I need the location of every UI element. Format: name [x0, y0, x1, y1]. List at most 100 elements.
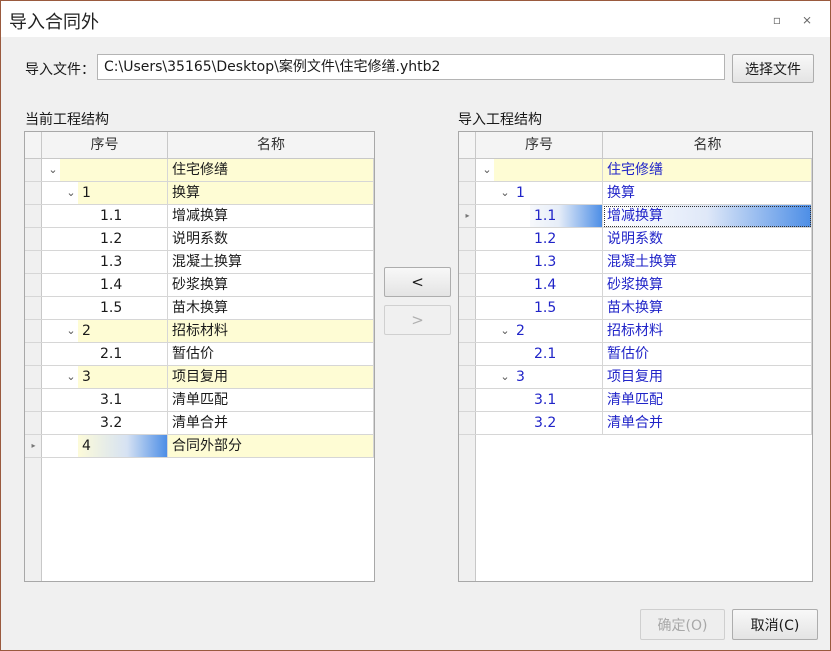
- restore-icon[interactable]: ▫: [767, 10, 787, 30]
- chevron-down-icon[interactable]: ⌄: [64, 366, 78, 389]
- row-no-cell[interactable]: 1.5: [96, 297, 168, 320]
- row-name-cell[interactable]: 招标材料: [603, 320, 812, 343]
- tree-row[interactable]: 1.2 说明系数: [42, 228, 374, 251]
- confirm-button[interactable]: 确定(O): [640, 609, 725, 640]
- row-no-cell[interactable]: 2: [512, 320, 603, 343]
- tree-row[interactable]: 3.1 清单匹配: [42, 389, 374, 412]
- tree-row[interactable]: 2 招标材料 ⌄: [42, 320, 374, 343]
- row-name-cell[interactable]: 暂估价: [168, 343, 374, 366]
- row-name-cell[interactable]: 清单匹配: [168, 389, 374, 412]
- tree-row[interactable]: 3.2 清单合并: [42, 412, 374, 435]
- tree-row[interactable]: 1.4 砂浆换算: [42, 274, 374, 297]
- tree-row[interactable]: 3 项目复用 ⌄: [476, 366, 812, 389]
- row-no-cell[interactable]: 1.4: [96, 274, 168, 297]
- row-no-cell[interactable]: 3: [512, 366, 603, 389]
- row-no-cell[interactable]: 4: [78, 435, 168, 458]
- row-no-cell[interactable]: 2.1: [96, 343, 168, 366]
- tree-row[interactable]: 1.4 砂浆换算: [476, 274, 812, 297]
- row-no-cell[interactable]: [60, 159, 168, 182]
- row-no-cell[interactable]: 3.1: [96, 389, 168, 412]
- row-name-cell[interactable]: 换算: [603, 182, 812, 205]
- tree-row[interactable]: 1.1 增减换算: [42, 205, 374, 228]
- row-indicator[interactable]: [25, 182, 42, 205]
- row-no-cell[interactable]: 1.2: [96, 228, 168, 251]
- tree-row[interactable]: 3.1 清单匹配: [476, 389, 812, 412]
- row-indicator[interactable]: [459, 389, 476, 412]
- current-row-indicator-icon[interactable]: ▸: [25, 435, 42, 458]
- row-name-cell[interactable]: 混凝土换算: [168, 251, 374, 274]
- tree-row[interactable]: 1.5 苗木换算: [42, 297, 374, 320]
- row-name-cell[interactable]: 换算: [168, 182, 374, 205]
- row-name-cell[interactable]: 合同外部分: [168, 435, 374, 458]
- row-name-cell[interactable]: 清单合并: [168, 412, 374, 435]
- row-no-cell[interactable]: 3.2: [96, 412, 168, 435]
- row-name-cell[interactable]: 说明系数: [168, 228, 374, 251]
- row-name-cell[interactable]: 住宅修缮: [168, 159, 374, 182]
- row-no-cell[interactable]: 1.1: [96, 205, 168, 228]
- row-name-cell[interactable]: 说明系数: [603, 228, 812, 251]
- row-name-cell[interactable]: 增减换算: [603, 205, 812, 228]
- row-indicator[interactable]: [459, 412, 476, 435]
- move-to-import-button[interactable]: >: [384, 305, 451, 335]
- tree-row[interactable]: 住宅修缮 ⌄: [42, 159, 374, 182]
- row-name-cell[interactable]: 苗木换算: [603, 297, 812, 320]
- row-no-cell[interactable]: 1.1: [530, 205, 603, 228]
- row-indicator[interactable]: [459, 251, 476, 274]
- row-indicator[interactable]: [459, 274, 476, 297]
- chevron-down-icon[interactable]: ⌄: [480, 159, 494, 182]
- row-no-cell[interactable]: 1: [512, 182, 603, 205]
- tree-row[interactable]: 2.1 暂估价: [42, 343, 374, 366]
- row-indicator[interactable]: [459, 182, 476, 205]
- row-indicator[interactable]: [25, 320, 42, 343]
- row-indicator[interactable]: [25, 159, 42, 182]
- row-indicator[interactable]: [25, 297, 42, 320]
- import-structure-tree-grid[interactable]: 序号 名称 住宅修缮 ⌄ 1 换算 ⌄ ▸ 1.1 增减换算 1.2 说明系数 1.3 混凝土换算 1.…: [458, 131, 813, 582]
- row-no-cell[interactable]: [494, 159, 603, 182]
- tree-row[interactable]: 4 合同外部分: [42, 435, 374, 458]
- row-name-cell[interactable]: 砂浆换算: [168, 274, 374, 297]
- tree-row[interactable]: 1.3 混凝土换算: [476, 251, 812, 274]
- row-indicator[interactable]: [25, 274, 42, 297]
- row-no-cell[interactable]: 3.1: [530, 389, 603, 412]
- column-header-no[interactable]: 序号: [42, 132, 168, 159]
- chevron-down-icon[interactable]: ⌄: [498, 320, 512, 343]
- row-indicator[interactable]: [25, 412, 42, 435]
- row-no-cell[interactable]: 2.1: [530, 343, 603, 366]
- row-no-cell[interactable]: 1.5: [530, 297, 603, 320]
- column-header-no[interactable]: 序号: [476, 132, 603, 159]
- row-no-cell[interactable]: 1.3: [96, 251, 168, 274]
- move-to-current-button[interactable]: <: [384, 267, 451, 297]
- row-no-cell[interactable]: 1.2: [530, 228, 603, 251]
- column-header-name[interactable]: 名称: [168, 132, 374, 159]
- tree-row[interactable]: 1 换算 ⌄: [476, 182, 812, 205]
- chevron-down-icon[interactable]: ⌄: [46, 159, 60, 182]
- tree-row[interactable]: 1.3 混凝土换算: [42, 251, 374, 274]
- cancel-button[interactable]: 取消(C): [732, 609, 818, 640]
- choose-file-button[interactable]: 选择文件: [732, 54, 814, 83]
- tree-row[interactable]: 1.2 说明系数: [476, 228, 812, 251]
- row-name-cell[interactable]: 混凝土换算: [603, 251, 812, 274]
- chevron-down-icon[interactable]: ⌄: [498, 182, 512, 205]
- row-name-cell[interactable]: 苗木换算: [168, 297, 374, 320]
- row-indicator[interactable]: [459, 159, 476, 182]
- close-icon[interactable]: ⨯: [797, 10, 817, 30]
- row-indicator[interactable]: [459, 366, 476, 389]
- row-indicator[interactable]: [459, 320, 476, 343]
- tree-row[interactable]: 3.2 清单合并: [476, 412, 812, 435]
- chevron-down-icon[interactable]: ⌄: [64, 182, 78, 205]
- row-no-cell[interactable]: 3: [78, 366, 168, 389]
- tree-row[interactable]: 1.5 苗木换算: [476, 297, 812, 320]
- tree-row[interactable]: 1.1 增减换算: [476, 205, 812, 228]
- row-no-cell[interactable]: 1: [78, 182, 168, 205]
- tree-row[interactable]: 1 换算 ⌄: [42, 182, 374, 205]
- row-no-cell[interactable]: 3.2: [530, 412, 603, 435]
- row-name-cell[interactable]: 住宅修缮: [603, 159, 812, 182]
- row-name-cell[interactable]: 砂浆换算: [603, 274, 812, 297]
- tree-row[interactable]: 2 招标材料 ⌄: [476, 320, 812, 343]
- chevron-down-icon[interactable]: ⌄: [64, 320, 78, 343]
- chevron-down-icon[interactable]: ⌄: [498, 366, 512, 389]
- row-indicator[interactable]: [25, 343, 42, 366]
- row-no-cell[interactable]: 2: [78, 320, 168, 343]
- row-name-cell[interactable]: 项目复用: [168, 366, 374, 389]
- row-indicator[interactable]: [459, 343, 476, 366]
